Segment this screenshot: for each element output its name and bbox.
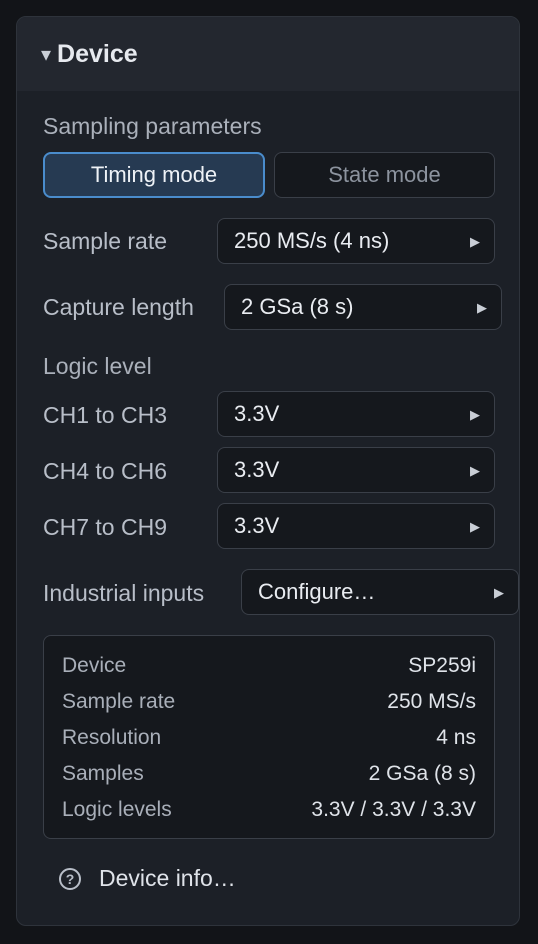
logic-group-label-ch4-ch6: CH4 to CH6: [43, 458, 167, 484]
logic-level-label: Logic level: [43, 353, 152, 379]
capture-length-dropdown[interactable]: 2 GSa (8 s) ▶: [224, 284, 502, 330]
summary-key: Samples: [62, 762, 144, 785]
summary-value: SP259i: [408, 654, 476, 677]
summary-value: 3.3V / 3.3V / 3.3V: [311, 798, 476, 821]
triangle-right-icon: ▶: [470, 406, 480, 422]
summary-row: Device SP259i: [62, 651, 476, 681]
triangle-right-icon: ▶: [470, 518, 480, 534]
logic-level-value: 3.3V: [234, 401, 280, 426]
logic-group-label-ch7-ch9: CH7 to CH9: [43, 514, 167, 540]
industrial-inputs-label: Industrial inputs: [43, 580, 205, 606]
device-info-label: Device info…: [99, 865, 236, 891]
summary-value: 4 ns: [436, 726, 476, 749]
summary-row: Logic levels 3.3V / 3.3V / 3.3V: [62, 795, 476, 825]
triangle-right-icon: ▶: [494, 584, 504, 600]
sample-rate-dropdown[interactable]: 250 MS/s (4 ns) ▶: [217, 218, 495, 264]
logic-level-dropdown-ch4-ch6[interactable]: 3.3V ▶: [217, 447, 495, 493]
summary-key: Device: [62, 654, 127, 677]
help-circle-icon: ?: [59, 867, 81, 890]
summary-key: Sample rate: [62, 690, 176, 713]
industrial-inputs-value: Configure…: [258, 579, 376, 604]
summary-row: Resolution 4 ns: [62, 723, 476, 753]
summary-row: Sample rate 250 MS/s: [62, 687, 476, 717]
capture-length-label: Capture length: [43, 294, 194, 320]
timing-mode-button[interactable]: Timing mode: [43, 152, 265, 198]
summary-value: 2 GSa (8 s): [368, 762, 476, 785]
device-panel: ▾ Device Sampling parameters Timing mode…: [16, 16, 520, 926]
device-info-button[interactable]: ? Device info…: [59, 865, 236, 892]
sampling-parameters-label: Sampling parameters: [43, 113, 262, 139]
industrial-inputs-dropdown[interactable]: Configure… ▶: [241, 569, 519, 615]
triangle-right-icon: ▶: [470, 233, 480, 249]
summary-value: 250 MS/s: [387, 690, 476, 713]
logic-level-dropdown-ch1-ch3[interactable]: 3.3V ▶: [217, 391, 495, 437]
logic-level-dropdown-ch7-ch9[interactable]: 3.3V ▶: [217, 503, 495, 549]
panel-title: Device: [57, 39, 138, 68]
sample-rate-label: Sample rate: [43, 228, 168, 254]
triangle-right-icon: ▶: [470, 462, 480, 478]
summary-key: Logic levels: [62, 798, 172, 821]
triangle-right-icon: ▶: [477, 299, 487, 315]
summary-key: Resolution: [62, 726, 162, 749]
panel-header[interactable]: ▾ Device: [17, 17, 519, 91]
logic-group-label-ch1-ch3: CH1 to CH3: [43, 402, 167, 428]
caret-down-icon[interactable]: ▾: [41, 45, 51, 65]
capture-length-value: 2 GSa (8 s): [241, 294, 354, 319]
summary-row: Samples 2 GSa (8 s): [62, 759, 476, 789]
sample-rate-value: 250 MS/s (4 ns): [234, 228, 390, 253]
state-mode-button[interactable]: State mode: [274, 152, 495, 198]
logic-level-value: 3.3V: [234, 513, 280, 538]
logic-level-value: 3.3V: [234, 457, 280, 482]
device-summary: Device SP259i Sample rate 250 MS/s Resol…: [43, 635, 495, 839]
